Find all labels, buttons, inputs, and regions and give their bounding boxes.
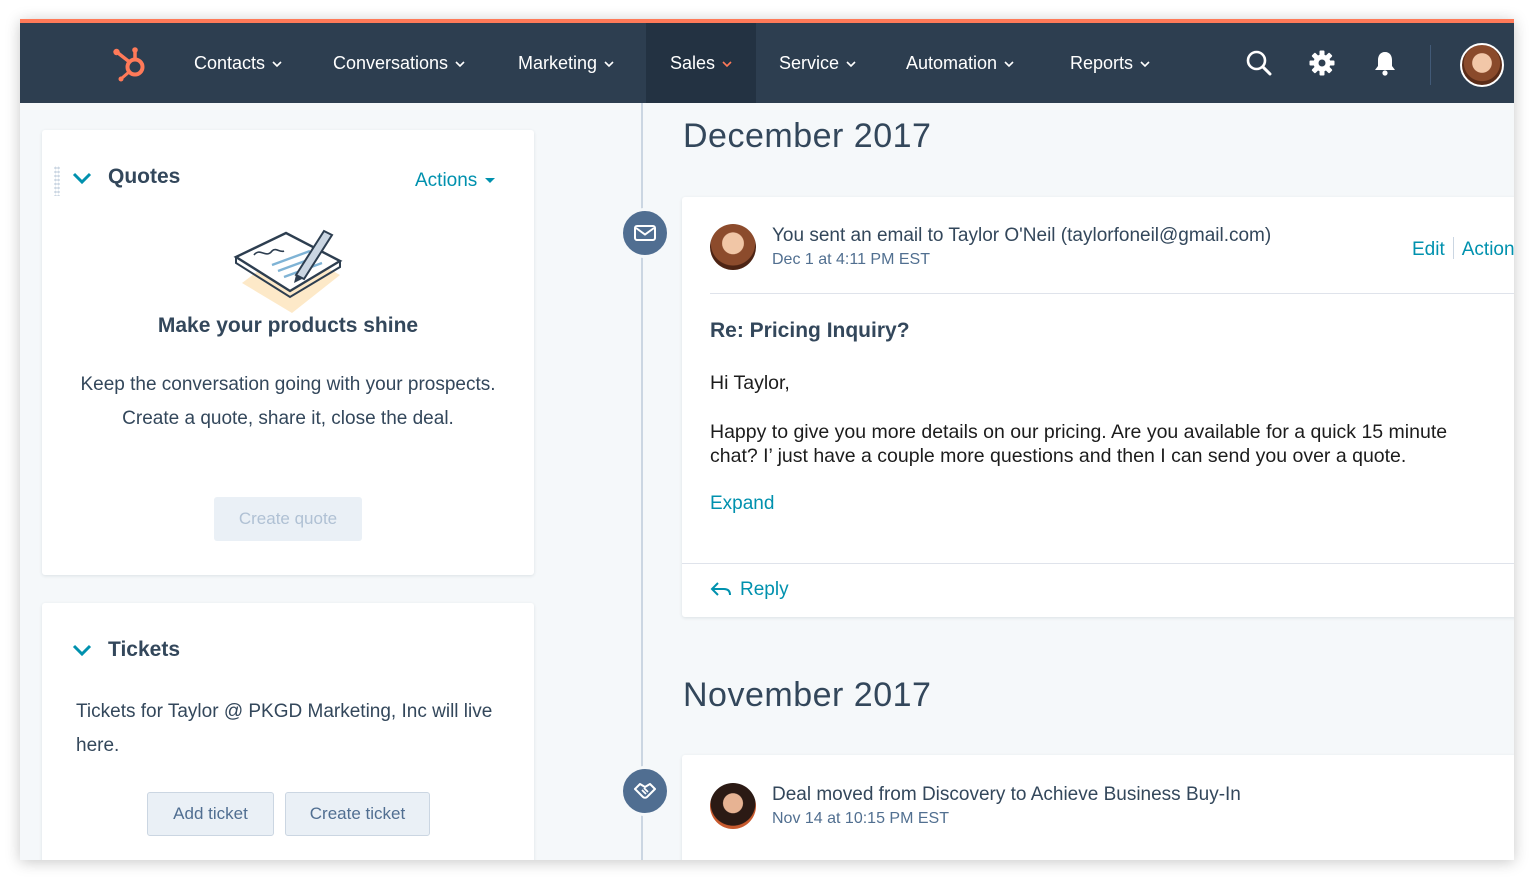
email-event-card: You sent an email to Taylor O'Neil (tayl… — [682, 197, 1514, 617]
bell-icon[interactable] — [1371, 49, 1399, 77]
month-heading: November 2017 — [683, 676, 932, 714]
app-window: Contacts Conversations Marketing Sales S… — [20, 19, 1514, 860]
nav-marketing[interactable]: Marketing — [501, 23, 631, 103]
quotes-empty-title: Make your products shine — [157, 314, 419, 337]
nav-contacts[interactable]: Contacts — [178, 23, 294, 103]
nav-automation[interactable]: Automation — [889, 23, 1029, 103]
chevron-down-icon — [846, 61, 856, 68]
quotes-empty-text: Keep the conversation going with your pr… — [80, 374, 496, 429]
quotes-card: Quotes Actions Make your products shine … — [42, 130, 534, 575]
deal-owner-avatar — [710, 783, 756, 829]
quote-signing-illustration — [233, 229, 343, 313]
deal-event-card: Deal moved from Discovery to Achieve Bus… — [682, 755, 1514, 860]
create-quote-button[interactable]: Create quote — [214, 497, 362, 541]
edit-link[interactable]: Edit — [1412, 239, 1445, 260]
link-separator — [1452, 237, 1454, 259]
email-body: Happy to give you more details on our pr… — [710, 421, 1448, 467]
email-greeting: Hi Taylor, — [710, 372, 790, 394]
actions-link[interactable]: Actions — [1462, 239, 1514, 260]
reply-arrow-icon — [710, 582, 731, 596]
chevron-down-icon — [272, 61, 282, 68]
top-nav: Contacts Conversations Marketing Sales S… — [20, 19, 1514, 103]
collapse-caret-icon[interactable] — [72, 643, 92, 657]
deal-event-summary: Deal moved from Discovery to Achieve Bus… — [772, 784, 1241, 805]
chevron-down-icon — [722, 61, 732, 68]
expand-link[interactable]: Expand — [710, 493, 774, 515]
divider — [682, 563, 1514, 564]
chevron-down-icon — [455, 61, 465, 68]
nav-conversations[interactable]: Conversations — [317, 23, 477, 103]
tickets-description: Tickets for Taylor @ PKGD Marketing, Inc… — [76, 701, 493, 756]
search-icon[interactable] — [1245, 49, 1273, 77]
month-heading: December 2017 — [683, 117, 932, 155]
drag-handle-icon[interactable] — [54, 166, 60, 196]
nav-reports[interactable]: Reports — [1053, 23, 1173, 103]
nav-service[interactable]: Service — [762, 23, 872, 103]
recipient-name[interactable]: Taylor O'Neil — [948, 225, 1055, 246]
tickets-card: Tickets Tickets for Taylor @ PKGD Market… — [42, 603, 534, 860]
email-subject: Re: Pricing Inquiry? — [710, 319, 910, 342]
deal-to-stage: Achieve Business Buy-In — [1030, 784, 1241, 805]
gear-icon[interactable] — [1308, 49, 1336, 77]
hubspot-sprocket-icon[interactable] — [110, 43, 150, 83]
divider — [710, 293, 1514, 294]
sender-avatar — [710, 224, 756, 270]
envelope-icon — [634, 225, 656, 241]
chevron-down-icon — [1140, 61, 1150, 68]
collapse-caret-icon[interactable] — [72, 171, 92, 185]
email-event-badge — [620, 208, 670, 258]
deal-from-stage: Discovery — [921, 784, 1006, 805]
dropdown-triangle-icon — [485, 178, 496, 183]
email-event-summary: You sent an email to Taylor O'Neil (tayl… — [772, 225, 1272, 246]
email-event-controls: Edit Actions — [1412, 237, 1514, 261]
deal-event-badge — [620, 766, 670, 816]
handshake-icon — [634, 783, 656, 799]
tickets-company-name: Taylor @ PKGD Marketing, Inc — [167, 701, 427, 722]
create-ticket-button[interactable]: Create ticket — [285, 792, 430, 836]
deal-event-time: Nov 14 at 10:15 PM EST — [772, 810, 949, 827]
user-avatar[interactable] — [1460, 43, 1504, 87]
tickets-title: Tickets — [108, 638, 180, 661]
quotes-actions-dropdown[interactable]: Actions — [415, 170, 496, 192]
email-event-time: Dec 1 at 4:11 PM EST — [772, 251, 930, 268]
nav-divider — [1430, 45, 1431, 85]
reply-button[interactable]: Reply — [710, 579, 789, 601]
nav-sales[interactable]: Sales — [646, 23, 756, 103]
quotes-title: Quotes — [108, 165, 181, 188]
chevron-down-icon — [1004, 61, 1014, 68]
add-ticket-button[interactable]: Add ticket — [147, 792, 274, 836]
chevron-down-icon — [604, 61, 614, 68]
